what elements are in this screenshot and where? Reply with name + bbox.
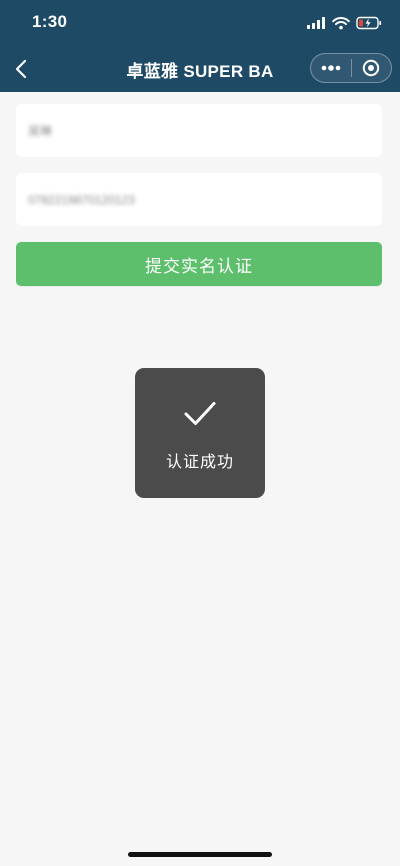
id-number-input[interactable] (16, 173, 382, 226)
status-time: 1:30 (32, 12, 68, 31)
header: 1:30 卓蓝雅 SUPER BA (0, 0, 400, 92)
close-button[interactable] (352, 54, 391, 82)
mini-program-capsule (310, 53, 392, 83)
id-number-field[interactable] (16, 173, 382, 226)
nav-bar: 卓蓝雅 SUPER BA (0, 46, 400, 92)
status-bar: 1:30 (0, 0, 400, 46)
submit-verification-button[interactable]: 提交实名认证 (16, 242, 382, 286)
success-toast: 认证成功 (135, 368, 265, 498)
battery-icon (356, 16, 382, 30)
name-input[interactable] (16, 104, 382, 157)
wifi-icon (332, 17, 350, 30)
home-indicator (128, 852, 272, 857)
name-field[interactable] (16, 104, 382, 157)
toast-message: 认证成功 (165, 452, 234, 471)
target-close-icon (363, 59, 380, 77)
signal-icon (307, 17, 325, 29)
more-dots-icon (321, 65, 341, 71)
more-button[interactable] (311, 54, 351, 82)
status-icons (306, 14, 382, 32)
checkmark-icon (184, 402, 216, 425)
